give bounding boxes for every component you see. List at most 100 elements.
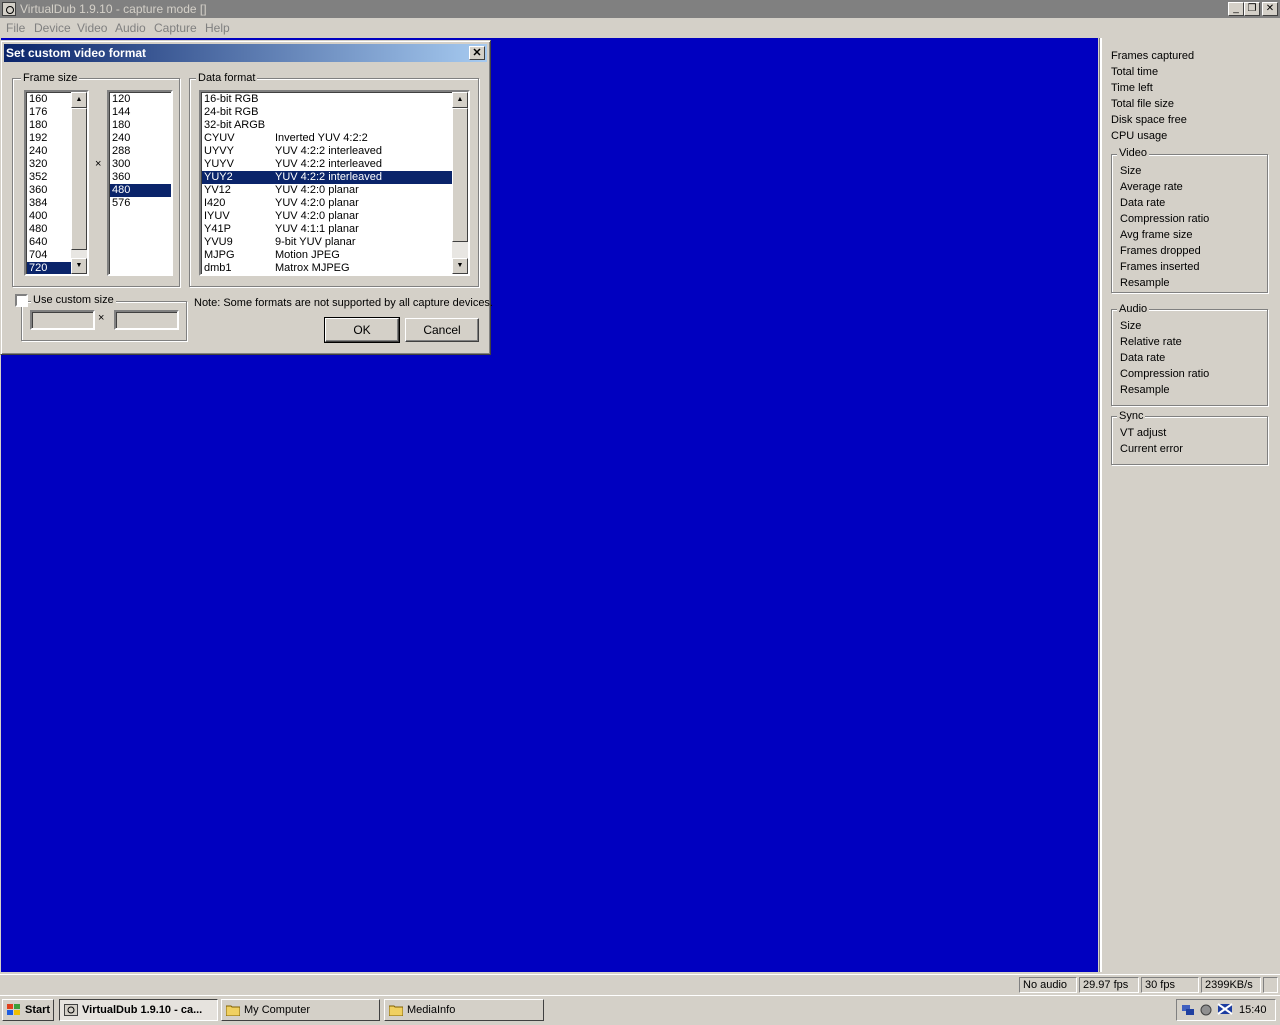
- list-item-label: 288: [112, 145, 131, 157]
- list-item[interactable]: 192: [27, 132, 73, 145]
- list-item[interactable]: 176: [27, 106, 73, 119]
- taskbar-my-computer[interactable]: My Computer: [221, 999, 380, 1021]
- list-item[interactable]: 24-bit RGB: [202, 106, 454, 119]
- scroll-down-arrow-icon[interactable]: ▼: [452, 258, 468, 274]
- list-item[interactable]: 240: [27, 145, 73, 158]
- scroll-thumb[interactable]: [71, 108, 87, 250]
- list-item[interactable]: 320: [27, 158, 73, 171]
- list-item[interactable]: 16-bit RGB: [202, 93, 454, 106]
- custom-width-input[interactable]: [30, 310, 95, 330]
- format-scrollbar[interactable]: ▲ ▼: [452, 92, 468, 274]
- list-item[interactable]: 360: [27, 184, 73, 197]
- scroll-up-arrow-icon[interactable]: ▲: [452, 92, 468, 108]
- list-item[interactable]: dmb1 Matrox MJPEG: [202, 262, 454, 274]
- list-item[interactable]: 480: [27, 223, 73, 236]
- dialog-title-bar[interactable]: Set custom video format ✕: [4, 44, 487, 62]
- stat-cpu-usage: CPU usage: [1111, 130, 1168, 142]
- scroll-down-arrow-icon[interactable]: ▼: [71, 258, 87, 274]
- list-item[interactable]: 288: [110, 145, 171, 158]
- list-item-label: 144: [112, 106, 131, 118]
- custom-size-checkbox[interactable]: [15, 294, 28, 307]
- start-button[interactable]: Start: [2, 999, 54, 1021]
- volume-icon[interactable]: [1199, 1003, 1213, 1020]
- cancel-button[interactable]: Cancel: [405, 318, 479, 342]
- width-scrollbar[interactable]: ▲ ▼: [71, 92, 87, 274]
- restore-button[interactable]: ❐: [1244, 2, 1260, 16]
- list-item-description: YUV 4:2:2 interleaved: [275, 158, 383, 170]
- custom-times-symbol: ×: [98, 312, 105, 324]
- list-item[interactable]: 300: [110, 158, 171, 171]
- list-item[interactable]: 32-bit ARGB: [202, 119, 454, 132]
- list-item-description: Motion JPEG: [275, 249, 340, 261]
- frame-size-label: Frame size: [21, 72, 80, 84]
- menu-audio[interactable]: Audio: [115, 21, 146, 35]
- status-resize-grip[interactable]: [1263, 977, 1278, 993]
- dialog-close-icon[interactable]: ✕: [469, 46, 485, 60]
- list-item[interactable]: IYUV YUV 4:2:0 planar: [202, 210, 454, 223]
- minimize-button[interactable]: _: [1228, 2, 1244, 16]
- data-format-listbox[interactable]: 16-bit RGB 24-bit RGB 32-bit ARGB CYUV Inver…: [199, 90, 470, 276]
- ok-button[interactable]: OK: [324, 317, 400, 343]
- network-icon[interactable]: [1181, 1003, 1195, 1020]
- list-item[interactable]: 384: [27, 197, 73, 210]
- list-item[interactable]: 360: [110, 171, 171, 184]
- menu-video[interactable]: Video: [77, 21, 107, 35]
- list-item[interactable]: 704: [27, 249, 73, 262]
- list-item-description: YUV 4:2:2 interleaved: [275, 145, 383, 157]
- list-item[interactable]: Y41P YUV 4:1:1 planar: [202, 223, 454, 236]
- list-item[interactable]: UYVY YUV 4:2:2 interleaved: [202, 145, 454, 158]
- scroll-up-arrow-icon[interactable]: ▲: [71, 92, 87, 108]
- menu-file[interactable]: File: [6, 21, 25, 35]
- list-item-label: YUY2: [204, 171, 233, 183]
- list-item[interactable]: MJPG Motion JPEG: [202, 249, 454, 262]
- list-item[interactable]: 640: [27, 236, 73, 249]
- list-item[interactable]: YUYV YUV 4:2:2 interleaved: [202, 158, 454, 171]
- height-listbox[interactable]: 120 144 180 240 288 300 360 480 576: [107, 90, 173, 276]
- custom-height-input[interactable]: [114, 310, 179, 330]
- list-item[interactable]: 180: [27, 119, 73, 132]
- list-item-label: I420: [204, 197, 226, 209]
- list-item[interactable]: YVU9 9-bit YUV planar: [202, 236, 454, 249]
- taskbar-virtualdub[interactable]: VirtualDub 1.9.10 - ca...: [59, 999, 218, 1021]
- language-icon[interactable]: [1217, 1001, 1233, 1020]
- list-item[interactable]: 576: [110, 197, 171, 210]
- list-item-label: 720: [29, 262, 48, 274]
- list-item[interactable]: 120: [110, 93, 171, 106]
- scroll-thumb[interactable]: [452, 108, 468, 242]
- list-item[interactable]: 180: [110, 119, 171, 132]
- list-item[interactable]: CYUV Inverted YUV 4:2:2: [202, 132, 454, 145]
- taskbar-mediainfo[interactable]: MediaInfo: [384, 999, 544, 1021]
- audio-resample: Resample: [1120, 384, 1170, 396]
- window-title: VirtualDub 1.9.10 - capture mode []: [20, 2, 207, 16]
- list-item[interactable]: 240: [110, 132, 171, 145]
- list-item-label: 192: [29, 132, 48, 144]
- list-item[interactable]: 400: [27, 210, 73, 223]
- window-title-bar[interactable]: VirtualDub 1.9.10 - capture mode [] _ ❐ …: [0, 0, 1280, 18]
- close-window-button[interactable]: ✕: [1262, 2, 1278, 16]
- width-listbox[interactable]: 160 176 180 192 240 320 352 360 384 400 480 640 704 7…: [24, 90, 89, 276]
- list-item-label: 180: [112, 119, 131, 131]
- list-item-label: Y41P: [204, 223, 231, 235]
- taskbar: Start VirtualDub 1.9.10 - ca... My Compu…: [0, 995, 1280, 1025]
- stat-disk-space-free: Disk space free: [1111, 114, 1187, 126]
- list-item[interactable]: 480: [110, 184, 171, 197]
- sync-vt-adjust: VT adjust: [1120, 427, 1167, 439]
- app-icon[interactable]: [2, 2, 16, 16]
- taskbar-my-computer-label: My Computer: [244, 1004, 311, 1016]
- list-item[interactable]: I420 YUV 4:2:0 planar: [202, 197, 454, 210]
- list-item[interactable]: 720: [27, 262, 73, 274]
- list-item[interactable]: YV12 YUV 4:2:0 planar: [202, 184, 454, 197]
- list-item[interactable]: YUY2 YUV 4:2:2 interleaved: [202, 171, 454, 184]
- list-item[interactable]: 352: [27, 171, 73, 184]
- menu-help[interactable]: Help: [205, 21, 230, 35]
- video-average-rate: Average rate: [1120, 181, 1183, 193]
- menu-capture[interactable]: Capture: [154, 21, 197, 35]
- clock[interactable]: 15:40: [1239, 1004, 1267, 1016]
- list-item[interactable]: 160: [27, 93, 73, 106]
- list-item-description: 9-bit YUV planar: [275, 236, 356, 248]
- list-item-label: YVU9: [204, 236, 233, 248]
- custom-size-label[interactable]: Use custom size: [31, 294, 116, 306]
- list-item[interactable]: 144: [110, 106, 171, 119]
- list-item-label: CYUV: [204, 132, 235, 144]
- menu-device[interactable]: Device: [34, 21, 71, 35]
